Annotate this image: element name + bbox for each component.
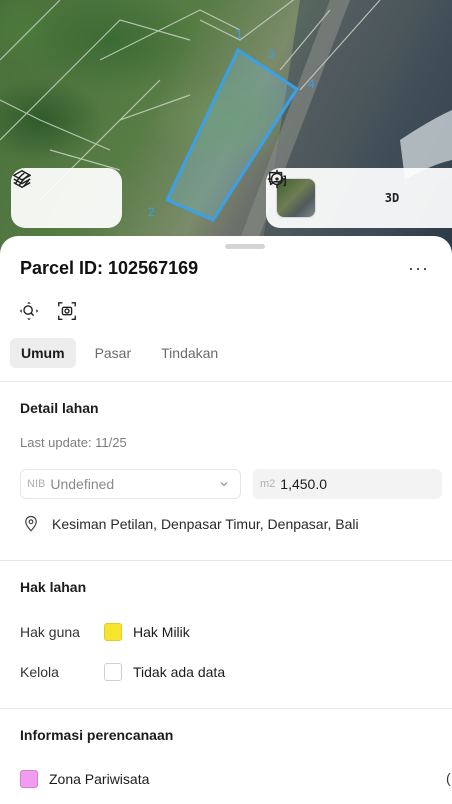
tab-tindakan[interactable]: Tindakan xyxy=(150,338,229,368)
satellite-map[interactable]: 1 3 4 2 3D xyxy=(0,0,452,260)
hak-guna-label: Hak guna xyxy=(20,624,80,640)
vertex-label: 3 xyxy=(268,47,275,61)
tabs-divider xyxy=(0,381,452,382)
nib-select[interactable]: NIB Undefined xyxy=(20,469,241,499)
section-tabs: Umum Pasar Tindakan xyxy=(10,338,229,368)
area-unit: m2 xyxy=(260,478,276,490)
hak-guna-value: Hak Milik xyxy=(133,624,190,640)
address-text: Kesiman Petilan, Denpasar Timur, Denpasa… xyxy=(52,516,359,532)
chevron-down-icon xyxy=(220,482,228,487)
detail-lahan-heading: Detail lahan xyxy=(20,400,99,416)
map-tool-group xyxy=(11,168,122,228)
zona-value: Zona Pariwisata xyxy=(49,771,150,787)
3d-label: 3D xyxy=(384,191,400,205)
tab-pasar[interactable]: Pasar xyxy=(84,338,143,368)
chat-button[interactable] xyxy=(268,171,452,216)
vertex-label: 1 xyxy=(236,27,243,41)
draw-tool-button[interactable] xyxy=(14,172,107,216)
kelola-row: Kelola Tidak ada data xyxy=(20,663,225,681)
zona-edge-glyph: ( xyxy=(446,770,451,786)
area-value: 1,450.0 xyxy=(280,476,327,492)
perencanaan-heading: Informasi perencanaan xyxy=(20,727,174,743)
screenshot-button[interactable] xyxy=(56,300,78,327)
hak-divider xyxy=(0,708,452,709)
area-field[interactable]: m2 1,450.0 xyxy=(253,469,442,499)
sheet-drag-handle[interactable] xyxy=(225,244,265,249)
last-update-text: Last update: 11/25 xyxy=(20,435,127,450)
zona-row: Zona Pariwisata xyxy=(20,770,149,788)
zona-swatch xyxy=(20,770,38,788)
tab-umum[interactable]: Umum xyxy=(10,338,76,368)
location-pin-icon xyxy=(25,515,37,532)
address-row: Kesiman Petilan, Denpasar Timur, Denpasa… xyxy=(22,515,359,533)
kelola-value: Tidak ada data xyxy=(133,664,226,680)
nib-value: Undefined xyxy=(50,476,115,492)
draw-tool-icon xyxy=(14,172,30,188)
locate-button[interactable] xyxy=(267,169,364,216)
parcel-tools xyxy=(18,300,78,327)
kelola-swatch xyxy=(104,663,122,681)
kelola-label: Kelola xyxy=(20,664,59,680)
screenshot-icon xyxy=(58,302,76,320)
vertex-label: 2 xyxy=(148,205,155,219)
map-view-controls: 3D xyxy=(266,168,452,228)
detail-divider xyxy=(0,560,452,561)
3d-toggle-button[interactable]: 3D xyxy=(374,180,410,216)
hak-lahan-heading: Hak lahan xyxy=(20,579,87,595)
zoom-to-parcel-icon xyxy=(19,301,39,321)
zoom-to-parcel-button[interactable] xyxy=(18,300,40,327)
nib-prefix: NIB xyxy=(27,478,46,490)
hak-milik-swatch xyxy=(104,623,122,641)
parcel-detail-sheet: Parcel ID: 102567169 ··· Umum Pasar Tind… xyxy=(0,236,452,804)
parcel-title: Parcel ID: 102567169 xyxy=(20,258,199,278)
chat-icon xyxy=(268,171,286,187)
more-options-icon[interactable]: ··· xyxy=(408,258,429,279)
hak-guna-row: Hak guna Hak Milik xyxy=(20,623,190,641)
vertex-label: 4 xyxy=(308,77,315,91)
